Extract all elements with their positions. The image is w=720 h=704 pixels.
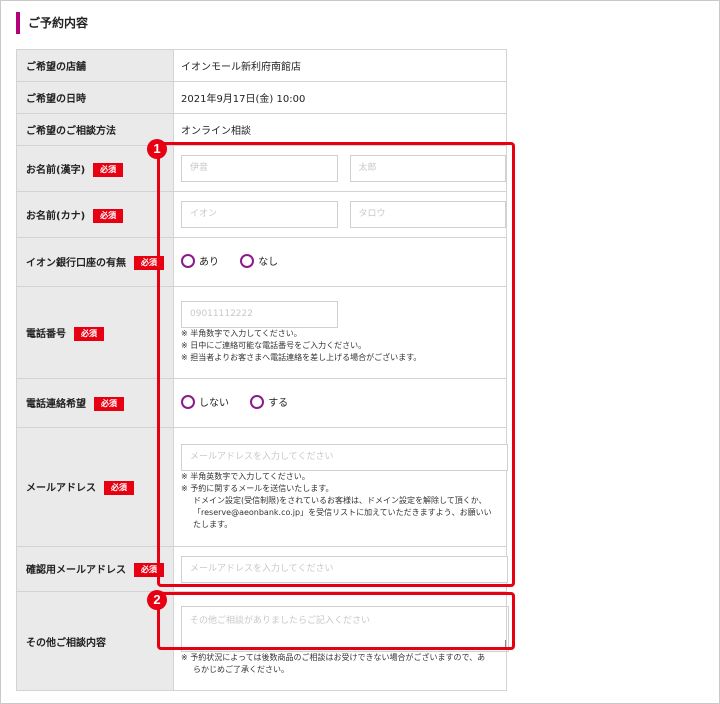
date-value: 2021年9月17日(金) 10:00 — [173, 81, 507, 114]
callout-box-2 — [157, 592, 515, 650]
store-label: ご希望の店舗 — [16, 49, 174, 82]
section-title: ご予約内容 — [16, 12, 88, 34]
phone-contact-label: 電話連絡希望 — [26, 399, 86, 410]
email-label: メールアドレス — [26, 483, 96, 494]
required-badge: 必須 — [74, 326, 104, 341]
phone-contact-label-cell: 電話連絡希望 必須 — [16, 378, 174, 428]
date-label: ご希望の日時 — [16, 81, 174, 114]
row-store: ご希望の店舗 イオンモール新利府南館店 — [16, 49, 507, 82]
name-kana-label: お名前(カナ) — [26, 210, 86, 222]
callout-badge-1: 1 — [147, 139, 167, 159]
callout-badge-2: 2 — [147, 590, 167, 610]
required-badge: 必須 — [104, 481, 134, 495]
required-badge: 必須 — [93, 208, 124, 223]
required-badge: 必須 — [93, 162, 124, 177]
name-kana-label-cell: お名前(カナ) 必須 — [16, 191, 174, 238]
email-confirm-label: 確認用メールアドレス — [26, 565, 126, 576]
other-note-2: らかじめご了承ください。 — [193, 665, 289, 674]
email-confirm-label-cell: 確認用メールアドレス 必須 — [16, 546, 174, 592]
store-value: イオンモール新利府南館店 — [173, 49, 507, 82]
account-label-cell: イオン銀行口座の有無 必須 — [16, 237, 174, 287]
name-kanji-label: お名前(漢字) — [26, 164, 86, 176]
email-label-cell: メールアドレス 必須 — [16, 427, 174, 547]
method-value: オンライン相談 — [173, 113, 507, 146]
phone-label-cell: 電話番号 必須 — [16, 286, 174, 379]
account-label: イオン銀行口座の有無 — [26, 258, 126, 269]
other-note-1: ※ 予約状況によっては後数商品のご相談はお受けできない場合がございますので、あ — [181, 653, 486, 662]
row-method: ご希望のご相談方法 オンライン相談 — [16, 113, 507, 146]
phone-label: 電話番号 — [26, 328, 66, 340]
callout-box-1 — [157, 142, 515, 587]
required-badge: 必須 — [94, 397, 124, 411]
row-date: ご希望の日時 2021年9月17日(金) 10:00 — [16, 81, 507, 114]
